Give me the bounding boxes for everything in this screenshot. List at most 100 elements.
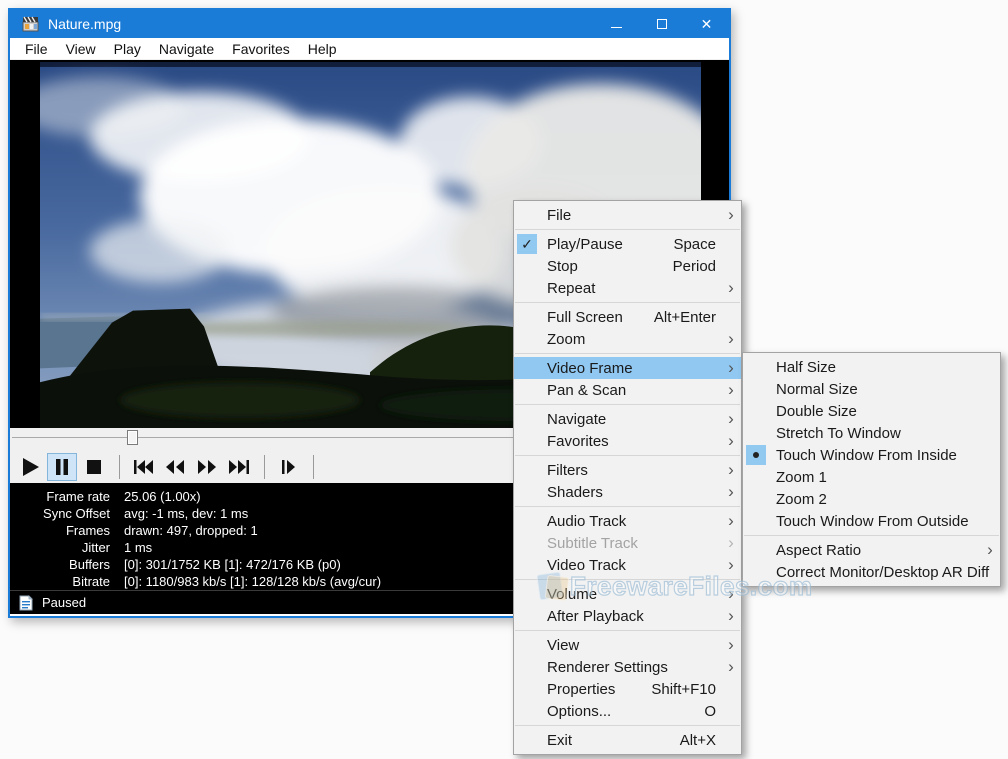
checkmark-icon: ✓ [517,234,537,254]
pause-button[interactable] [47,453,77,481]
context-menu-item-video-track[interactable]: Video Track› [514,554,741,576]
menu-item-label: Zoom [547,331,721,348]
menu-item-shortcut: Alt+Enter [654,309,716,326]
menu-item-label: View [547,637,721,654]
menubar-item-navigate[interactable]: Navigate [150,38,223,60]
title-bar[interactable]: Nature.mpg ✕ [10,10,729,38]
caption-buttons: ✕ [594,10,729,38]
fast-forward-icon [195,455,219,479]
menubar-item-favorites[interactable]: Favorites [223,38,299,60]
submenu-arrow-icon: › [721,555,741,575]
context-menu-item-zoom[interactable]: Zoom› [514,328,741,350]
menu-item-shortcut: Space [673,236,716,253]
stat-label: Sync Offset [10,505,110,522]
menu-item-label: Touch Window From Outside [776,513,1000,530]
menu-item-label: Subtitle Track [547,535,721,552]
submenu-arrow-icon: › [721,606,741,626]
context-menu-item-view[interactable]: View› [514,634,741,656]
submenu-arrow-icon: › [721,205,741,225]
context-menu-item-video-frame[interactable]: Video Frame› [514,357,741,379]
context-menu-item-audio-track[interactable]: Audio Track› [514,510,741,532]
maximize-button[interactable] [639,10,684,38]
context-menu-separator [515,455,740,456]
menu-item-label: Correct Monitor/Desktop AR Diff [776,564,1000,581]
menu-item-label: Navigate [547,411,721,428]
seek-thumb[interactable] [127,430,138,445]
menu-item-label: Play/Pause [547,236,673,253]
window-title: Nature.mpg [48,16,594,32]
stat-label: Jitter [10,539,110,556]
close-icon: ✕ [701,16,713,33]
stat-label: Frames [10,522,110,539]
context-menu-item-subtitle-track[interactable]: Subtitle Track› [514,532,741,554]
context-menu-item-renderer-settings[interactable]: Renderer Settings› [514,656,741,678]
context-menu-item-play-pause[interactable]: ✓ Play/PauseSpace [514,233,741,255]
stat-value: 25.06 (1.00x) [124,488,201,505]
stat-label: Bitrate [10,573,110,590]
context-menu-item-filters[interactable]: Filters› [514,459,741,481]
video-frame-submenu-item-touch-window-from-inside[interactable]: Touch Window From Inside [743,444,1000,466]
fast-forward-button[interactable] [192,453,222,481]
context-menu-item-navigate[interactable]: Navigate› [514,408,741,430]
stop-button[interactable] [79,453,109,481]
menu-item-label: Volume [547,586,721,603]
minimize-button[interactable] [594,10,639,38]
menu-item-label: Stretch To Window [776,425,1000,442]
context-menu-item-pan-scan[interactable]: Pan & Scan› [514,379,741,401]
menubar-item-help[interactable]: Help [299,38,346,60]
video-frame-submenu-item-aspect-ratio[interactable]: Aspect Ratio› [743,539,1000,561]
context-menu-item-file[interactable]: File› [514,204,741,226]
skip-back-button[interactable] [128,453,158,481]
rewind-button[interactable] [160,453,190,481]
context-menu-item-repeat[interactable]: Repeat› [514,277,741,299]
context-menu-separator [515,353,740,354]
context-menu-item-shaders[interactable]: Shaders› [514,481,741,503]
menubar-item-file[interactable]: File [16,38,57,60]
video-frame-submenu-item-zoom-2[interactable]: Zoom 2 [743,488,1000,510]
menu-item-label: Stop [547,258,673,275]
context-menu-item-properties[interactable]: PropertiesShift+F10 [514,678,741,700]
pause-icon [50,455,74,479]
stop-icon [82,455,106,479]
play-button[interactable] [15,453,45,481]
video-frame-submenu-item-touch-window-from-outside[interactable]: Touch Window From Outside [743,510,1000,532]
skip-forward-icon [227,455,251,479]
video-frame-submenu-item-stretch-to-window[interactable]: Stretch To Window [743,422,1000,444]
context-menu-item-options[interactable]: Options...O [514,700,741,722]
context-menu-item-stop[interactable]: StopPeriod [514,255,741,277]
status-file-icon [19,595,33,611]
menu-item-label: Zoom 1 [776,469,1000,486]
maximize-icon [657,19,667,29]
stat-value: drawn: 497, dropped: 1 [124,522,258,539]
context-menu-item-volume[interactable]: Volume› [514,583,741,605]
app-clapperboard-icon [22,16,40,32]
frame-step-button[interactable] [273,453,303,481]
video-frame-submenu-item-double-size[interactable]: Double Size [743,400,1000,422]
context-menu-item-favorites[interactable]: Favorites› [514,430,741,452]
menu-item-shortcut: Period [673,258,716,275]
skip-forward-button[interactable] [224,453,254,481]
context-menu-separator [515,506,740,507]
video-frame-submenu-item-zoom-1[interactable]: Zoom 1 [743,466,1000,488]
context-menu-separator [515,229,740,230]
menu-item-shortcut: O [704,703,716,720]
menu-item-label: Video Track [547,557,721,574]
status-text: Paused [42,595,86,610]
submenu-arrow-icon: › [721,511,741,531]
context-menu-item-full-screen[interactable]: Full ScreenAlt+Enter [514,306,741,328]
video-frame-submenu-item-normal-size[interactable]: Normal Size [743,378,1000,400]
context-menu-item-exit[interactable]: ExitAlt+X [514,729,741,751]
menubar-item-view[interactable]: View [57,38,105,60]
submenu-arrow-icon: › [721,533,741,553]
close-button[interactable]: ✕ [684,10,729,38]
menu-item-label: Shaders [547,484,721,501]
submenu-arrow-icon: › [721,460,741,480]
menubar-item-play[interactable]: Play [105,38,150,60]
video-frame-submenu-item-correct-monitor-desktop-ar-diff[interactable]: Correct Monitor/Desktop AR Diff [743,561,1000,583]
stat-label: Frame rate [10,488,110,505]
toolbar-separator [313,455,314,479]
context-menu-item-after-playback[interactable]: After Playback› [514,605,741,627]
menu-item-label: Pan & Scan [547,382,721,399]
video-frame-submenu-item-half-size[interactable]: Half Size [743,356,1000,378]
menu-item-label: Double Size [776,403,1000,420]
